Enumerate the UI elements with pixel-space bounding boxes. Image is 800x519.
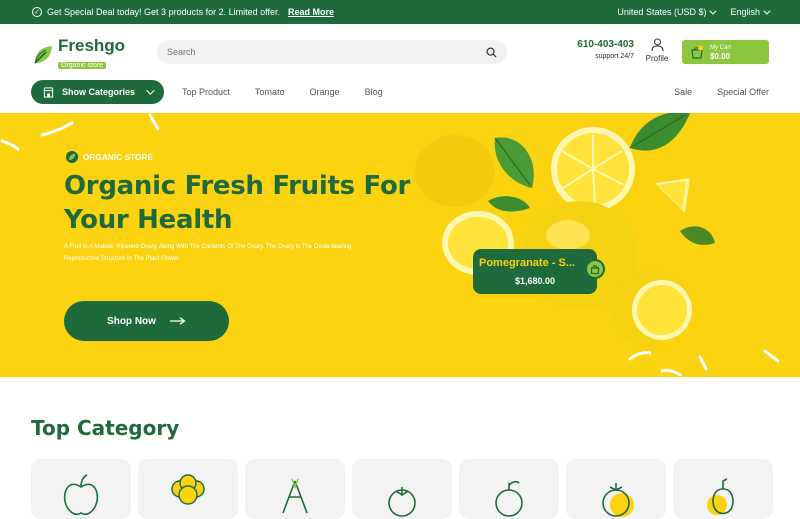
hero-banner: ORGANIC STORE Organic Fresh Fruits For Y…	[0, 113, 800, 377]
category-card-lemon[interactable]	[566, 459, 666, 519]
eyebrow-text: ORGANIC STORE	[83, 152, 154, 162]
product-price: $1,680.00	[514, 276, 556, 286]
hero-description: A Fruit Is A Mature, Ripened Ovary, Alon…	[64, 241, 444, 265]
shop-now-button[interactable]: Shop Now	[64, 301, 229, 341]
currency-label: United States (USD $)	[617, 7, 707, 17]
tomato-icon	[388, 487, 416, 517]
promo-message: ✓ Get Special Deal today! Get 3 products…	[32, 7, 334, 17]
promo-bar: ✓ Get Special Deal today! Get 3 products…	[0, 0, 800, 24]
support-phone[interactable]: 610-403-403 support 24/7	[574, 39, 634, 60]
lemon-icon	[602, 483, 634, 517]
pepper-icon	[707, 478, 734, 515]
bag-icon	[590, 265, 600, 274]
chevron-down-icon	[763, 7, 771, 15]
nav-link-top-product[interactable]: Top Product	[182, 87, 230, 97]
shopping-bag-icon	[691, 45, 703, 59]
chevron-down-icon	[709, 7, 717, 15]
arrow-right-icon	[169, 317, 186, 325]
cart-button[interactable]: My Cart $0.00	[682, 40, 769, 64]
currency-select[interactable]: United States (USD $)	[617, 7, 717, 17]
nav-link-tomato[interactable]: Tomato	[255, 87, 285, 97]
phone-number: 610-403-403	[577, 39, 634, 50]
hero-desc-line2: Reproductive Structure In The Plant Flow…	[64, 256, 181, 262]
support-hours: support 24/7	[595, 53, 634, 60]
shop-now-label: Shop Now	[107, 315, 156, 327]
nav-link-special-offer[interactable]: Special Offer	[717, 87, 769, 97]
nav-link-sale[interactable]: Sale	[674, 87, 692, 97]
language-label: English	[730, 7, 760, 17]
search-bar[interactable]	[157, 40, 507, 64]
hero-eyebrow: ORGANIC STORE	[66, 151, 153, 163]
category-list	[31, 459, 773, 519]
category-card-apple[interactable]	[31, 459, 131, 519]
product-price-card[interactable]: Pomegranate - S... $1,680.00	[473, 249, 605, 294]
leaf-logo-icon	[34, 46, 52, 64]
show-categories-button[interactable]: Show Categories	[31, 80, 164, 104]
search-icon[interactable]	[486, 47, 497, 58]
user-icon	[650, 38, 664, 52]
hero-title-line2: Your Health	[64, 205, 233, 235]
show-categories-label: Show Categories	[62, 87, 136, 97]
chevron-down-icon	[146, 86, 155, 95]
hero-title-line1: Organic Fresh Fruits For	[64, 171, 411, 201]
cart-label: My Cart	[710, 44, 731, 51]
logo[interactable]: Freshgo Organic store	[32, 36, 126, 72]
store-icon	[43, 86, 54, 98]
add-to-cart-button[interactable]	[585, 259, 605, 279]
category-card-tomato[interactable]	[352, 459, 452, 519]
search-input[interactable]	[167, 47, 486, 57]
category-card-pepper[interactable]	[673, 459, 773, 519]
hero-title: Organic Fresh Fruits For Your Health	[64, 169, 444, 237]
profile-button[interactable]: Profile	[642, 38, 672, 63]
carrot-icon	[282, 478, 308, 514]
cart-total: $0.00	[710, 51, 731, 61]
language-select[interactable]: English	[730, 7, 771, 17]
profile-label: Profile	[645, 54, 669, 63]
category-card-broccoli[interactable]	[138, 459, 238, 519]
leaf-icon	[66, 151, 78, 163]
brand-tagline: Organic store	[58, 62, 107, 69]
read-more-link[interactable]: Read More	[288, 7, 334, 17]
apple-icon	[63, 474, 99, 516]
product-name: Pomegranate - S...	[479, 257, 575, 269]
category-card-orange[interactable]	[459, 459, 559, 519]
gift-icon: ✓	[32, 7, 42, 17]
promo-text: Get Special Deal today! Get 3 products f…	[47, 7, 280, 17]
orange-icon	[495, 480, 523, 517]
category-card-carrot[interactable]	[245, 459, 345, 519]
nav-link-orange[interactable]: Orange	[310, 87, 340, 97]
hero-desc-line1: A Fruit Is A Mature, Ripened Ovary, Alon…	[64, 244, 352, 250]
site-header: Freshgo Organic store 610-403-403 suppor…	[0, 24, 800, 80]
main-nav: Show Categories Top Product Tomato Orang…	[0, 80, 800, 112]
section-title-top-category: Top Category	[31, 416, 180, 440]
brand-name: Freshgo	[58, 36, 126, 55]
lemons-illustration	[415, 113, 715, 346]
nav-link-blog[interactable]: Blog	[365, 87, 383, 97]
broccoli-icon	[171, 474, 205, 505]
